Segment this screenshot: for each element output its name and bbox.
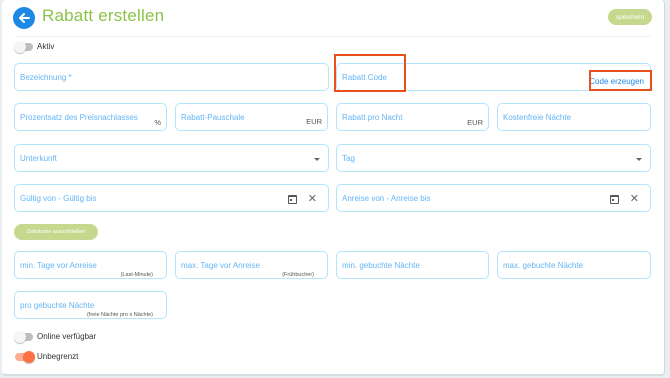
highlight-box-code-erzeugen <box>589 70 652 91</box>
divider <box>15 36 651 37</box>
online-verfuegbar-label: Online verfügbar <box>37 332 97 341</box>
pauschale-placeholder: Rabatt-Pauschale <box>181 113 245 122</box>
kostenfrei-field[interactable]: Kostenfreie Nächte <box>497 103 651 131</box>
max-tage-field[interactable]: max. Tage vor Anreise (Frühbucher) <box>175 251 328 279</box>
anreise-daterange[interactable]: Anreise von - Anreise bis ✕ <box>336 184 651 212</box>
calendar-icon[interactable] <box>288 195 297 204</box>
pauschale-field[interactable]: Rabatt-Pauschale EUR <box>175 103 328 131</box>
save-button[interactable]: speichern <box>608 9 652 25</box>
aktiv-label: Aktiv <box>37 42 55 51</box>
kostenfrei-placeholder: Kostenfreie Nächte <box>503 113 572 122</box>
min-tage-field[interactable]: min. Tage vor Anreise (Last-Minute) <box>14 251 167 279</box>
close-icon[interactable]: ✕ <box>308 191 317 207</box>
toggle-knob <box>14 41 26 53</box>
calendar-icon[interactable] <box>610 195 619 204</box>
online-verfuegbar-toggle[interactable] <box>14 331 33 343</box>
aktiv-toggle[interactable] <box>14 41 33 53</box>
toggle-knob <box>14 331 26 343</box>
unbegrenzt-toggle[interactable] <box>15 351 35 363</box>
chevron-down-icon <box>314 158 320 161</box>
highlight-box-rabatt-code <box>334 54 406 92</box>
unterkunft-placeholder: Unterkunft <box>20 154 57 163</box>
pro-nacht-field[interactable]: Rabatt pro Nacht EUR <box>336 103 489 131</box>
back-button[interactable] <box>13 7 35 29</box>
min-tage-placeholder: min. Tage vor Anreise <box>20 261 97 270</box>
min-naechte-placeholder: min. gebuchte Nächte <box>342 261 420 270</box>
pro-naechte-hint: (freie Nächte pro x Nächte) <box>86 312 153 318</box>
pro-naechte-field[interactable]: pro gebuchte Nächte (freie Nächte pro x … <box>14 291 167 319</box>
pro-nacht-placeholder: Rabatt pro Nacht <box>342 113 403 122</box>
chevron-down-icon <box>636 158 642 161</box>
eur-suffix: EUR <box>306 117 322 126</box>
max-tage-hint: (Frühbucher) <box>282 272 314 278</box>
bezeichnung-placeholder: Bezeichnung * <box>20 73 72 82</box>
max-naechte-field[interactable]: max. gebuchte Nächte <box>497 251 651 279</box>
min-naechte-field[interactable]: min. gebuchte Nächte <box>336 251 489 279</box>
max-tage-placeholder: max. Tage vor Anreise <box>181 261 261 270</box>
unterkunft-select[interactable]: Unterkunft <box>14 144 329 172</box>
unbegrenzt-label: Unbegrenzt <box>37 352 79 361</box>
max-naechte-placeholder: max. gebuchte Nächte <box>503 261 584 270</box>
zeitraeume-ausschliessen-button[interactable]: Zeiträume ausschließen <box>14 224 98 240</box>
toggle-knob <box>23 351 35 363</box>
close-icon[interactable]: ✕ <box>630 191 639 207</box>
page-title: Rabatt erstellen <box>42 6 165 25</box>
anreise-placeholder: Anreise von - Anreise bis <box>342 194 431 203</box>
discount-form-card: Rabatt erstellen speichern Aktiv Bezeich… <box>2 0 665 376</box>
gueltig-placeholder: Gültig von - Gültig bis <box>20 194 97 203</box>
bezeichnung-field[interactable]: Bezeichnung * <box>14 63 329 91</box>
arrow-left-icon <box>19 13 30 23</box>
gueltig-daterange[interactable]: Gültig von - Gültig bis ✕ <box>14 184 329 212</box>
prozentsatz-field[interactable]: Prozentsatz des Preisnachlasses % <box>14 103 167 131</box>
eur-suffix: EUR <box>467 118 483 127</box>
tag-placeholder: Tag <box>342 154 355 163</box>
tag-select[interactable]: Tag <box>336 144 651 172</box>
percent-suffix: % <box>154 118 161 127</box>
pro-naechte-placeholder: pro gebuchte Nächte <box>20 301 95 310</box>
min-tage-hint: (Last-Minute) <box>120 272 153 278</box>
prozentsatz-placeholder: Prozentsatz des Preisnachlasses <box>20 113 138 122</box>
